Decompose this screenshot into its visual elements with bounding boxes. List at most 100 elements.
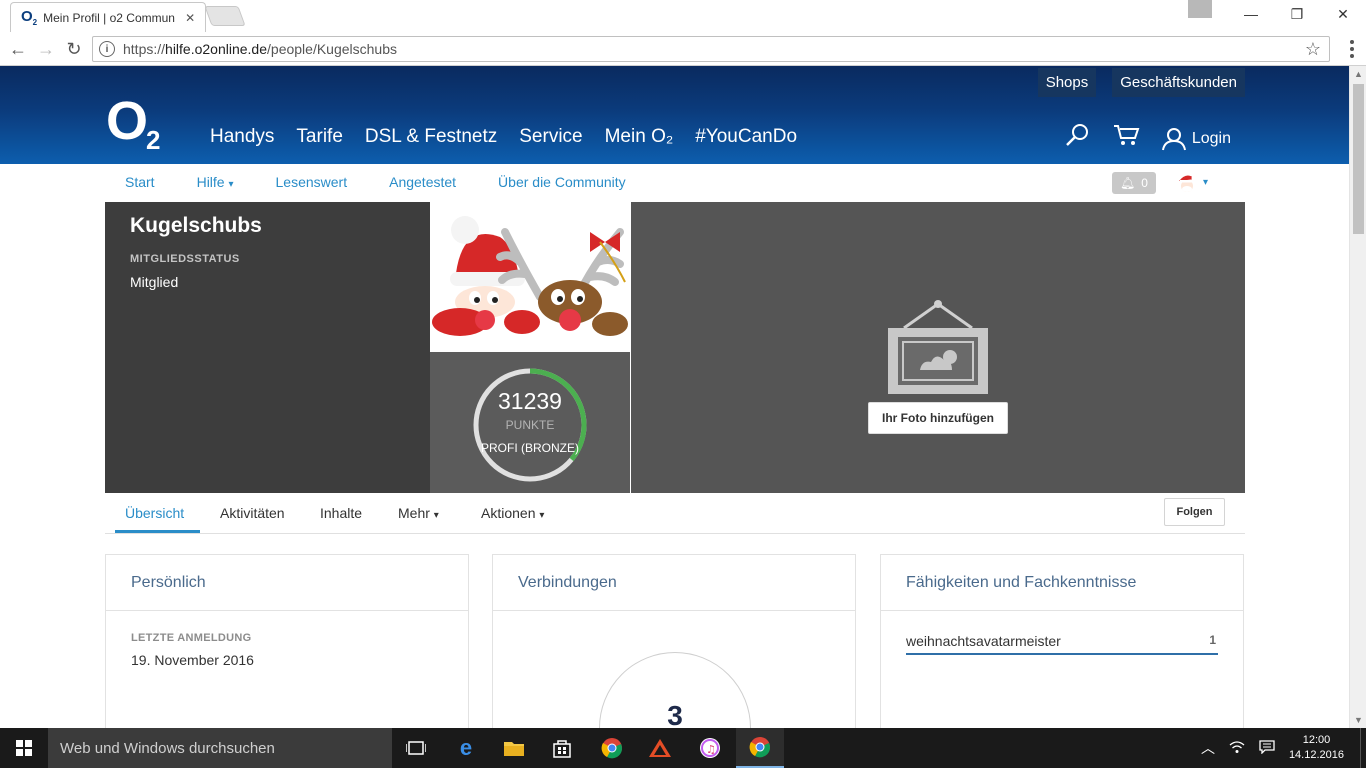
url-text: https://hilfe.o2online.de/people/Kugelsc… (123, 41, 398, 57)
bookmark-star-icon[interactable]: ☆ (1305, 39, 1321, 60)
windows-taskbar: Web und Windows durchsuchen e ♫ ︿ 12:00 … (0, 728, 1366, 768)
notification-count: 0 (1141, 176, 1148, 190)
skills-card: Fähigkeiten und Fachkenntnisse weihnacht… (880, 554, 1244, 734)
member-status-label: MITGLIEDSSTATUS (130, 253, 240, 265)
rank-label: PROFI (BRONZE) (481, 441, 579, 455)
profile-avatar (430, 202, 630, 352)
o2-favicon-icon: O2 (21, 8, 38, 27)
app-triangle-icon[interactable] (636, 728, 684, 768)
address-bar: ← → ↻ i https://hilfe.o2online.de/people… (0, 32, 1366, 66)
nav-mein-o2[interactable]: Mein O₂ (605, 126, 674, 148)
back-arrow-icon[interactable]: ← (6, 37, 30, 61)
wifi-icon[interactable] (1229, 740, 1245, 757)
chevron-down-icon: ▾ (228, 179, 234, 190)
nav-handys[interactable]: Handys (210, 126, 274, 148)
itunes-icon[interactable]: ♫ (686, 728, 734, 768)
close-tab-icon[interactable]: ✕ (185, 11, 195, 25)
subnav-start[interactable]: Start (125, 174, 155, 190)
cart-icon[interactable] (1112, 123, 1140, 154)
o2-logo[interactable]: O2 (106, 94, 161, 153)
tab-aktionen[interactable]: Aktionen ▾ (481, 505, 544, 521)
last-login-label: LETZTE ANMELDUNG (131, 632, 252, 644)
search-icon[interactable] (1064, 122, 1090, 155)
tab-uebersicht[interactable]: Übersicht (125, 505, 184, 521)
show-desktop-button[interactable] (1360, 728, 1366, 768)
subnav-hilfe[interactable]: Hilfe ▾ (197, 174, 234, 190)
minimize-button[interactable]: — (1228, 0, 1274, 28)
chevron-up-icon[interactable]: ︿ (1201, 738, 1215, 758)
nav-dsl-festnetz[interactable]: DSL & Festnetz (365, 126, 497, 148)
skill-item[interactable]: weihnachtsavatarmeister 1 (906, 631, 1218, 655)
chrome-running-icon[interactable] (736, 728, 784, 768)
browser-tab[interactable]: O2 Mein Profil | o2 Commun ✕ (10, 2, 206, 32)
taskbar-search-box[interactable]: Web und Windows durchsuchen (48, 728, 392, 768)
chrome-icon[interactable] (588, 728, 636, 768)
action-center-icon[interactable] (1259, 739, 1275, 757)
top-links: Shops Geschäftskunden (1037, 68, 1245, 97)
start-button[interactable] (0, 728, 48, 768)
chrome-user-icon[interactable] (1188, 0, 1212, 18)
profile-username: Kugelschubs (130, 214, 262, 237)
notifications-button[interactable]: 🔔︎ 0 (1112, 172, 1156, 194)
windows-logo-icon (16, 740, 32, 756)
avatar-menu-chevron-icon[interactable]: ▾ (1203, 177, 1208, 188)
forward-arrow-icon[interactable]: → (34, 37, 58, 61)
clock-date: 14.12.2016 (1288, 749, 1344, 761)
scroll-down-icon[interactable]: ▼ (1354, 715, 1363, 725)
personal-card-title: Persönlich (106, 555, 468, 611)
task-view-icon[interactable] (392, 728, 440, 768)
subnav-ueber-die-community[interactable]: Über die Community (498, 174, 626, 190)
scroll-up-icon[interactable]: ▲ (1354, 69, 1363, 79)
personal-card: Persönlich LETZTE ANMELDUNG 19. November… (105, 554, 469, 734)
business-customers-link[interactable]: Geschäftskunden (1112, 68, 1245, 97)
svg-text:♫: ♫ (706, 743, 716, 756)
subnav-angetestet[interactable]: Angetestet (389, 174, 456, 190)
restore-button[interactable]: ❐ (1274, 0, 1320, 28)
connections-card: Verbindungen 3 (492, 554, 856, 734)
scrollbar-thumb[interactable] (1353, 84, 1364, 234)
reload-icon[interactable]: ↻ (62, 37, 86, 61)
new-tab-button[interactable] (204, 6, 246, 26)
store-icon[interactable] (538, 728, 586, 768)
skills-card-title: Fähigkeiten und Fachkenntnisse (881, 555, 1243, 611)
profile-tabs: Übersicht Aktivitäten Inhalte Mehr ▾ Akt… (105, 493, 1245, 534)
chevron-down-icon: ▾ (539, 510, 545, 521)
url-field[interactable]: i https://hilfe.o2online.de/people/Kugel… (92, 36, 1330, 62)
edge-icon[interactable]: e (442, 728, 490, 768)
login-label: Login (1191, 129, 1231, 147)
picture-frame-icon (888, 300, 988, 394)
user-icon (1161, 127, 1186, 150)
login-button[interactable]: Login (1161, 127, 1231, 151)
skill-endorsement-count: 1 (1209, 633, 1216, 647)
nav-youcando[interactable]: #YouCanDo (695, 126, 797, 148)
header-icons: Login (1064, 122, 1231, 155)
close-window-button[interactable]: ✕ (1320, 0, 1366, 28)
system-tray: ︿ 12:00 14.12.2016 (1201, 728, 1366, 768)
community-subnav: Start Hilfe ▾ Lesenswert Angetestet Über… (0, 164, 1349, 202)
browser-tab-strip: O2 Mein Profil | o2 Commun ✕ — ❐ ✕ (0, 0, 1366, 32)
member-status-value: Mitglied (130, 274, 179, 290)
site-info-icon[interactable]: i (99, 41, 115, 57)
tab-inhalte[interactable]: Inhalte (320, 505, 362, 521)
file-explorer-icon[interactable] (490, 728, 538, 768)
chrome-menu-icon[interactable] (1350, 40, 1354, 58)
add-photo-button[interactable]: Ihr Foto hinzufügen (868, 402, 1008, 434)
last-login-value: 19. November 2016 (131, 652, 254, 668)
tab-mehr[interactable]: Mehr ▾ (398, 505, 439, 521)
points-value: 31239 (498, 388, 562, 414)
user-avatar-small[interactable] (1176, 171, 1198, 193)
follow-button[interactable]: Folgen (1164, 498, 1225, 526)
profile-info-panel: Kugelschubs MITGLIEDSSTATUS Mitglied (105, 202, 430, 493)
taskbar-clock[interactable]: 12:00 14.12.2016 (1289, 733, 1344, 763)
tab-aktivitaeten[interactable]: Aktivitäten (220, 505, 285, 521)
subnav-lesenswert[interactable]: Lesenswert (276, 174, 348, 190)
shops-link[interactable]: Shops (1037, 68, 1097, 97)
page-scrollbar[interactable]: ▲ ▼ (1349, 66, 1366, 728)
nav-service[interactable]: Service (519, 126, 582, 148)
bell-icon: 🔔︎ (1120, 176, 1136, 190)
active-tab-indicator (115, 530, 200, 533)
connections-card-title: Verbindungen (493, 555, 855, 611)
nav-tarife[interactable]: Tarife (296, 126, 342, 148)
main-nav: Handys Tarife DSL & Festnetz Service Mei… (210, 126, 797, 148)
window-controls: — ❐ ✕ (1188, 0, 1366, 28)
